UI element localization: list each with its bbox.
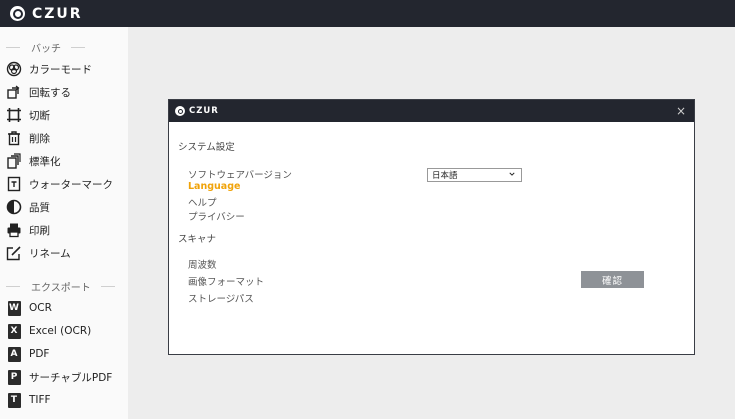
sidebar-item-label: 切断 bbox=[29, 109, 50, 122]
sidebar-item-label: 標準化 bbox=[29, 155, 61, 168]
storage-path-link[interactable]: ストレージパス bbox=[188, 291, 254, 305]
rotate-icon bbox=[6, 84, 22, 100]
rename-icon bbox=[6, 245, 22, 261]
quality-icon bbox=[6, 199, 22, 215]
sidebar-item-ocr[interactable]: W OCR bbox=[6, 298, 52, 318]
software-version-link[interactable]: ソフトウェアバージョン bbox=[188, 167, 292, 181]
sidebar-item-label: PDF bbox=[29, 348, 50, 360]
dialog-header: CZUR × bbox=[169, 100, 694, 122]
sidebar-item-excel-ocr[interactable]: X Excel (OCR) bbox=[6, 321, 91, 341]
tiff-icon: T bbox=[6, 392, 22, 408]
app-logo: CZUR bbox=[10, 6, 83, 22]
sidebar-item-delete[interactable]: 削除 bbox=[6, 128, 50, 148]
sidebar-item-label: 品質 bbox=[29, 201, 50, 214]
sidebar-item-print[interactable]: 印刷 bbox=[6, 220, 50, 240]
sidebar-item-crop[interactable]: 切断 bbox=[6, 105, 50, 125]
settings-dialog: CZUR × システム設定 ソフトウェアバージョン Language ヘルプ プ… bbox=[168, 99, 695, 355]
language-link[interactable]: Language bbox=[188, 181, 240, 192]
sidebar-item-watermark[interactable]: ウォーターマーク bbox=[6, 174, 113, 194]
sidebar-item-label: 削除 bbox=[29, 132, 50, 145]
image-format-link[interactable]: 画像フォーマット bbox=[188, 274, 264, 288]
sidebar-item-color-mode[interactable]: カラーモード bbox=[6, 59, 92, 79]
logo-icon bbox=[10, 6, 25, 21]
system-settings-title: システム設定 bbox=[178, 142, 235, 153]
sidebar-item-label: OCR bbox=[29, 302, 52, 314]
sidebar-item-label: リネーム bbox=[29, 247, 71, 260]
dialog-logo-text: CZUR bbox=[189, 106, 219, 116]
language-select[interactable]: 日本語 bbox=[427, 168, 522, 182]
logo-text: CZUR bbox=[32, 5, 83, 22]
batch-section-title: バッチ bbox=[0, 39, 128, 55]
watermark-icon bbox=[6, 176, 22, 192]
sidebar-item-searchable-pdf[interactable]: P サーチャブルPDF bbox=[6, 367, 112, 387]
close-icon[interactable]: × bbox=[676, 104, 686, 118]
sidebar-item-label: Excel (OCR) bbox=[29, 325, 92, 337]
sidebar-item-label: 印刷 bbox=[29, 224, 50, 237]
sidebar-item-pdf[interactable]: A PDF bbox=[6, 344, 49, 364]
sidebar-item-label: ウォーターマーク bbox=[29, 178, 113, 191]
sidebar-item-rename[interactable]: リネーム bbox=[6, 243, 71, 263]
export-section-title: エクスポート bbox=[0, 278, 128, 294]
sidebar-item-rotate[interactable]: 回転する bbox=[6, 82, 71, 102]
pdf-icon: A bbox=[6, 346, 22, 362]
title-bar: CZUR bbox=[0, 0, 735, 27]
frequency-link[interactable]: 周波数 bbox=[188, 257, 217, 271]
confirm-button[interactable]: 確認 bbox=[581, 271, 644, 288]
language-select-value: 日本語 bbox=[432, 171, 458, 181]
crop-icon bbox=[6, 107, 22, 123]
standardize-icon bbox=[6, 153, 22, 169]
sidebar-item-standardize[interactable]: 標準化 bbox=[6, 151, 61, 171]
sidebar-item-label: サーチャブルPDF bbox=[29, 371, 113, 384]
dialog-logo: CZUR bbox=[175, 106, 219, 116]
help-link[interactable]: ヘルプ bbox=[188, 195, 217, 209]
scanner-title: スキャナ bbox=[178, 234, 217, 245]
chevron-down-icon bbox=[509, 172, 515, 176]
searchable-pdf-icon: P bbox=[6, 369, 22, 385]
privacy-link[interactable]: プライバシー bbox=[188, 209, 245, 223]
sidebar-item-quality[interactable]: 品質 bbox=[6, 197, 50, 217]
trash-icon bbox=[6, 130, 22, 146]
excel-icon: X bbox=[6, 323, 22, 339]
word-icon: W bbox=[6, 300, 22, 316]
sidebar-item-label: TIFF bbox=[29, 394, 51, 406]
color-palette-icon bbox=[6, 61, 22, 77]
sidebar-item-label: カラーモード bbox=[29, 63, 92, 76]
printer-icon bbox=[6, 222, 22, 238]
sidebar-item-label: 回転する bbox=[29, 86, 71, 99]
sidebar-item-tiff[interactable]: T TIFF bbox=[6, 390, 51, 410]
logo-icon bbox=[175, 106, 185, 116]
sidebar: バッチ カラーモード 回転する 切断 削除 標準化 ウォーターマーク 品質 印刷… bbox=[0, 27, 128, 419]
